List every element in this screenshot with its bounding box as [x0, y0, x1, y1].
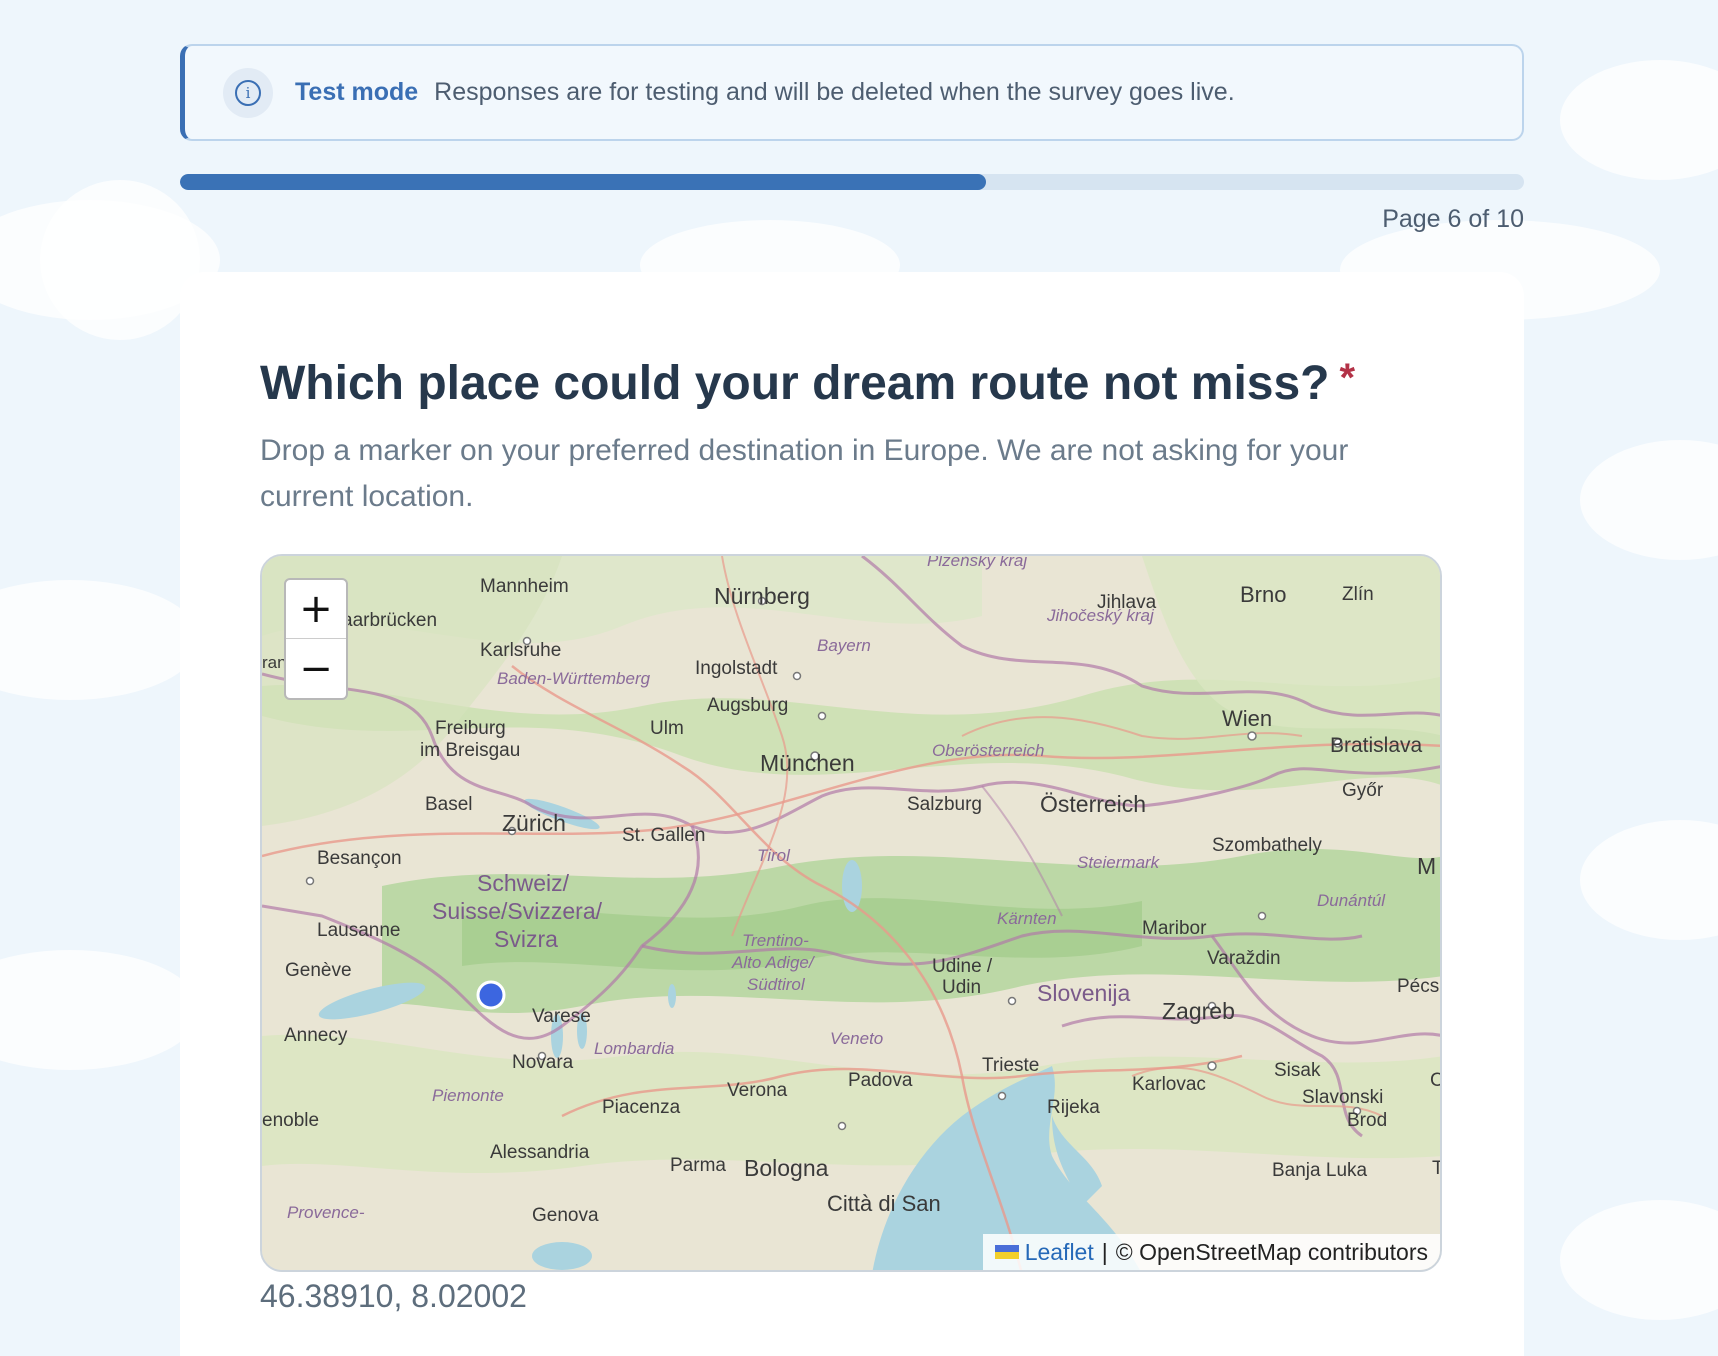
map-label: Alessandria: [490, 1142, 590, 1163]
progress-bar: [180, 174, 1524, 190]
map-label: Udin: [942, 977, 981, 998]
map-label: Zürich: [502, 810, 566, 836]
progress-bar-fill: [180, 174, 987, 190]
info-icon: i: [223, 67, 273, 118]
map-label: Piemonte: [432, 1086, 504, 1105]
map-label: Piacenza: [602, 1097, 681, 1118]
page-indicator: Page 6 of 10: [1382, 205, 1524, 233]
map-label: aarbrücken: [342, 610, 437, 631]
ukraine-flag-icon: [994, 1245, 1019, 1259]
map-label: Slovenija: [1037, 980, 1131, 1006]
map-label: Jihočeský kraj: [1046, 606, 1155, 625]
map-label: ran: [262, 653, 287, 672]
map-label: Wien: [1222, 706, 1272, 731]
map-label: Ulm: [650, 718, 684, 739]
attribution-text: © OpenStreetMap contributors: [1115, 1238, 1428, 1265]
map-label: Plzeňský kraj: [927, 556, 1028, 570]
map-label: Sisak: [1274, 1060, 1321, 1081]
map-label: Steiermark: [1077, 853, 1161, 872]
map-tiles[interactable]: Mannheim Nürnberg Jihlava Brno Zlín aarb…: [262, 556, 1442, 1272]
map-picker[interactable]: Mannheim Nürnberg Jihlava Brno Zlín aarb…: [260, 554, 1442, 1272]
map-label: M: [1417, 853, 1436, 879]
map-label: enoble: [262, 1110, 319, 1131]
notice-text: Responses are for testing and will be de…: [434, 78, 1235, 106]
zoom-control: + −: [284, 578, 348, 700]
map-label: Maribor: [1142, 918, 1207, 939]
map-label: Trieste: [982, 1055, 1039, 1076]
map-label: Pécs: [1397, 976, 1439, 997]
map-label: Kärnten: [997, 909, 1057, 928]
map-label: Genève: [285, 960, 352, 981]
map-label: Banja Luka: [1272, 1160, 1368, 1181]
map-label: Lombardia: [594, 1039, 674, 1058]
map-label: Novara: [512, 1052, 574, 1073]
map-label: Augsburg: [707, 695, 788, 716]
map-label: Lausanne: [317, 920, 400, 941]
test-mode-notice: i Test mode Responses are for testing an…: [180, 44, 1524, 141]
map-label: Bayern: [817, 636, 871, 655]
map-label: München: [760, 750, 855, 776]
map-label: Svizra: [494, 926, 558, 952]
map-label: Ingolstadt: [695, 658, 778, 679]
map-label: Salzburg: [907, 794, 982, 815]
map-label: Slavonski: [1302, 1087, 1383, 1108]
map-label: Brno: [1240, 582, 1286, 607]
map-label: Oberösterreich: [932, 741, 1044, 760]
map-label: Tirol: [757, 846, 791, 865]
map-label: Zlín: [1342, 584, 1374, 605]
map-label: Padova: [848, 1070, 913, 1091]
map-label: Città di San: [827, 1191, 941, 1216]
map-label: Verona: [727, 1080, 788, 1101]
map-label: im Breisgau: [420, 740, 520, 761]
map-label: Karlovac: [1132, 1074, 1206, 1095]
map-label: Annecy: [284, 1025, 348, 1046]
question-card: Which place could your dream route not m…: [180, 272, 1524, 1356]
attribution-separator: |: [1101, 1238, 1108, 1265]
map-label: Nürnberg: [714, 583, 810, 609]
map-label: Szombathely: [1212, 835, 1322, 856]
map-label: Bologna: [744, 1155, 829, 1181]
map-label: Mannheim: [480, 576, 569, 597]
map-label: Karlsruhe: [480, 640, 561, 661]
map-marker[interactable]: [476, 980, 506, 1010]
map-label: Parma: [670, 1155, 726, 1176]
zoom-in-button[interactable]: +: [286, 580, 346, 639]
question-title: Which place could your dream route not m…: [260, 356, 1356, 410]
map-label: T: [1432, 1158, 1442, 1179]
map-label: Varaždin: [1207, 948, 1281, 969]
required-mark: *: [1339, 356, 1356, 400]
map-label: Dunántúl: [1317, 891, 1386, 910]
map-label: Freiburg: [435, 718, 506, 739]
map-label: Besançon: [317, 848, 402, 869]
map-label: Basel: [425, 794, 473, 815]
map-label: Provence-: [287, 1203, 365, 1222]
map-label: Zagreb: [1162, 998, 1235, 1024]
map-label: Suisse/Svizzera/: [432, 898, 603, 924]
notice-title: Test mode: [295, 78, 419, 106]
map-label: Südtirol: [747, 975, 806, 994]
map-label: Győr: [1342, 780, 1384, 801]
selected-coordinates: 46.38910, 8.02002: [260, 1278, 527, 1314]
map-label: St. Gallen: [622, 825, 705, 846]
map-label: Rijeka: [1047, 1097, 1100, 1118]
question-description: Drop a marker on your preferred destinat…: [260, 434, 1349, 513]
zoom-out-button[interactable]: −: [286, 639, 346, 698]
map-label: Genova: [532, 1205, 599, 1226]
map-label: Alto Adige/: [731, 953, 816, 972]
map-label: Schweiz/: [477, 870, 570, 896]
map-label: C: [1430, 1070, 1442, 1091]
map-label: Österreich: [1040, 791, 1146, 817]
map-label: Brod: [1347, 1110, 1387, 1131]
leaflet-link[interactable]: Leaflet: [1025, 1239, 1094, 1266]
map-label: Udine /: [932, 956, 993, 977]
map-label: Veneto: [830, 1029, 883, 1048]
map-label: Trentino-: [742, 931, 809, 950]
map-label: Bratislava: [1330, 734, 1423, 757]
map-attribution: Leaflet | © OpenStreetMap contributors: [982, 1234, 1440, 1270]
map-label: Varese: [532, 1006, 591, 1027]
map-label: Baden-Württemberg: [497, 669, 651, 688]
